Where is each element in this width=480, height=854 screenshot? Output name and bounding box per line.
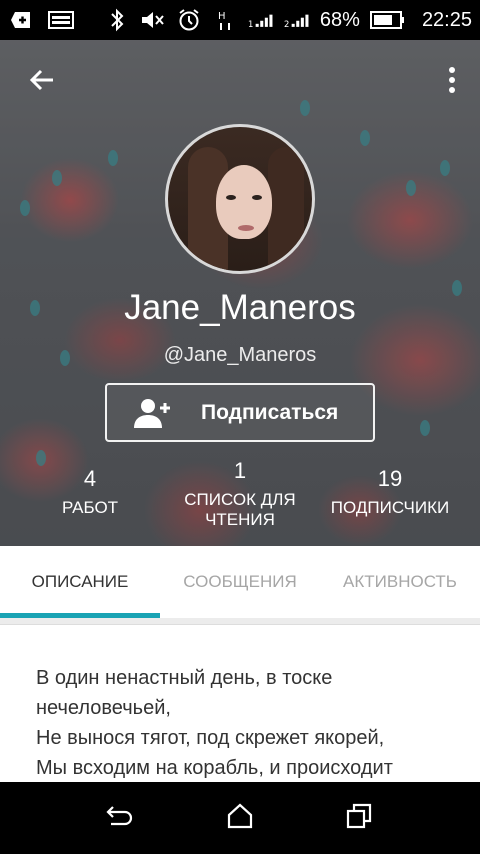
svg-text:1: 1 (248, 19, 253, 29)
avatar-eye (226, 195, 236, 200)
more-vertical-icon (448, 66, 456, 98)
profile-header: Jane_Maneros @Jane_Maneros Подписаться 4… (0, 40, 480, 546)
more-options-button[interactable] (442, 62, 462, 102)
alarm-icon (176, 8, 202, 32)
follow-button-label: Подписаться (201, 400, 339, 424)
svg-text:H: H (218, 11, 226, 22)
username-handle: @Jane_Maneros (163, 344, 317, 366)
stat-followers[interactable]: 19 ПОДПИСЧИКИ (320, 466, 460, 518)
recents-icon (346, 803, 374, 834)
bluetooth-icon (104, 8, 130, 32)
avatar[interactable] (165, 124, 315, 274)
description-area: В один ненастный день, в тоске нечеловеч… (0, 618, 480, 782)
battery-icon (369, 8, 406, 32)
avatar-hair (268, 147, 304, 271)
nav-back-button[interactable] (90, 788, 150, 848)
stat-followers-value: 19 (377, 466, 403, 491)
tab-activity[interactable]: АКТИВНОСТЬ (320, 546, 480, 618)
add-box-icon (8, 8, 34, 32)
nav-home-button[interactable] (210, 788, 270, 848)
data-arrows-icon: H (212, 8, 238, 32)
clock: 22:25 (421, 8, 472, 31)
tab-description[interactable]: ОПИСАНИЕ (0, 546, 160, 618)
back-arrow-icon (105, 803, 135, 834)
avatar-lips (238, 225, 254, 231)
back-button[interactable] (22, 62, 62, 102)
image-icon (48, 8, 74, 32)
stat-reading-list-value: 1 (233, 458, 247, 483)
mute-icon (140, 8, 166, 32)
signal-sim2-icon: 2 (284, 8, 310, 32)
status-bar: H 1 2 68% 22:25 (0, 0, 480, 40)
svg-text:2: 2 (284, 19, 289, 29)
avatar-eye (252, 195, 262, 200)
home-icon (226, 803, 254, 834)
follow-button[interactable]: Подписаться (105, 383, 375, 442)
system-navigation-bar (0, 782, 480, 854)
add-person-icon (133, 393, 173, 433)
description-card: В один ненастный день, в тоске нечеловеч… (0, 624, 480, 782)
arrow-back-icon (29, 67, 55, 98)
profile-tabs: ОПИСАНИЕ СООБЩЕНИЯ АКТИВНОСТЬ (0, 546, 480, 618)
description-text: В один ненастный день, в тоске нечеловеч… (36, 667, 393, 779)
stat-works-value: 4 (83, 466, 97, 491)
stat-works-label: РАБОТ (61, 498, 119, 517)
nav-recents-button[interactable] (330, 788, 390, 848)
battery-percent: 68% (319, 8, 360, 31)
stat-reading-list[interactable]: 1 СПИСОК ДЛЯ ЧТЕНИЯ (170, 458, 310, 530)
tab-messages[interactable]: СООБЩЕНИЯ (160, 546, 320, 618)
stat-followers-label: ПОДПИСЧИКИ (330, 498, 450, 517)
stat-works[interactable]: 4 РАБОТ (40, 466, 140, 518)
stat-reading-list-label: СПИСОК ДЛЯ ЧТЕНИЯ (184, 490, 296, 529)
display-name: Jane_Maneros (124, 288, 356, 327)
signal-sim1-icon: 1 (248, 8, 274, 32)
